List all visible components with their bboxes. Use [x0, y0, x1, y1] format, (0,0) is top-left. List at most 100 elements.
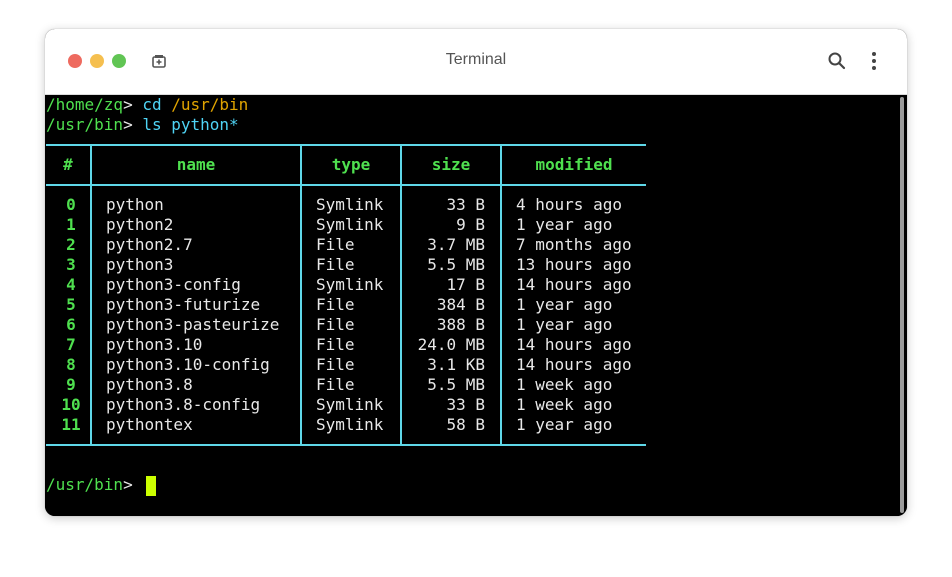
prompt-char: >	[123, 475, 133, 494]
row-index: 1	[66, 215, 76, 234]
file-type: File	[316, 295, 355, 314]
file-size: 3.7 MB	[427, 235, 485, 254]
file-modified: 1 year ago	[516, 415, 613, 434]
command-argument: /usr/bin	[171, 95, 249, 114]
file-size: 5.5 MB	[427, 255, 485, 274]
file-type: Symlink	[316, 215, 384, 234]
terminal-window: Terminal /home/zq> cd /usr/bin /usr/bin>…	[45, 29, 907, 516]
row-index: 11	[61, 415, 81, 434]
file-size: 9 B	[456, 215, 485, 234]
table-row: 10 python3.8-config Symlink 33 B 1 week ago	[45, 395, 665, 415]
file-modified: 1 year ago	[516, 215, 613, 234]
file-name: python3.10	[106, 335, 203, 354]
file-modified: 1 week ago	[516, 395, 613, 414]
terminal-content[interactable]: /home/zq> cd /usr/bin /usr/bin> ls pytho…	[45, 95, 907, 516]
prompt-path: /home/zq	[46, 95, 124, 114]
column-header-type: type	[331, 155, 371, 174]
row-index: 10	[61, 395, 81, 414]
table-row: 1 python2 Symlink 9 B 1 year ago	[45, 215, 665, 235]
file-modified: 4 hours ago	[516, 195, 622, 214]
file-name: python3-pasteurize	[106, 315, 280, 334]
file-modified: 1 year ago	[516, 315, 613, 334]
column-header-modified: modified	[535, 155, 613, 174]
window-title: Terminal	[445, 51, 507, 68]
table-row: 5 python3-futurize File 384 B 1 year ago	[45, 295, 665, 315]
file-size: 33 B	[446, 395, 485, 414]
table-row: 11 pythontex Symlink 58 B 1 year ago	[45, 415, 665, 435]
table-row: 9 python3.8 File 5.5 MB 1 week ago	[45, 375, 665, 395]
file-size: 24.0 MB	[417, 335, 485, 354]
file-modified: 13 hours ago	[516, 255, 632, 274]
file-name: python2.7	[106, 235, 193, 254]
file-type: File	[316, 315, 355, 334]
scrollbar[interactable]	[900, 97, 904, 513]
file-size: 17 B	[446, 275, 485, 294]
table-row: 0 python Symlink 33 B 4 hours ago	[45, 195, 665, 215]
command-line: /home/zq> cd /usr/bin	[46, 95, 248, 115]
file-type: Symlink	[316, 275, 384, 294]
table-border-top	[46, 144, 646, 146]
command: ls	[142, 115, 162, 134]
row-index: 8	[66, 355, 76, 374]
file-name: pythontex	[106, 415, 193, 434]
table-row: 8 python3.10-config File 3.1 KB 14 hours ago	[45, 355, 665, 375]
row-index: 5	[66, 295, 76, 314]
file-size: 388 B	[436, 315, 485, 334]
table-row: 4 python3-config Symlink 17 B 14 hours ago	[45, 275, 665, 295]
file-name: python3.8-config	[106, 395, 261, 414]
file-size: 33 B	[446, 195, 485, 214]
file-type: Symlink	[316, 195, 384, 214]
command: cd	[142, 95, 162, 114]
file-modified: 1 year ago	[516, 295, 613, 314]
row-index: 0	[66, 195, 76, 214]
table-border-bottom	[46, 444, 646, 446]
column-header-size: size	[431, 155, 471, 174]
file-size: 384 B	[436, 295, 485, 314]
file-size: 3.1 KB	[427, 355, 485, 374]
row-index: 7	[66, 335, 76, 354]
file-modified: 7 months ago	[516, 235, 632, 254]
file-type: Symlink	[316, 415, 384, 434]
column-header-index: #	[63, 155, 73, 174]
command-argument: python*	[171, 115, 239, 134]
table-row: 7 python3.10 File 24.0 MB 14 hours ago	[45, 335, 665, 355]
file-name: python3.8	[106, 375, 193, 394]
table-row: 2 python2.7 File 3.7 MB 7 months ago	[45, 235, 665, 255]
file-name: python	[106, 195, 164, 214]
command-line: /usr/bin> ls python*	[46, 115, 239, 135]
table-row: 6 python3-pasteurize File 388 B 1 year ago	[45, 315, 665, 335]
prompt-path: /usr/bin	[46, 475, 124, 494]
file-name: python3.10-config	[106, 355, 270, 374]
column-header-name: name	[176, 155, 216, 174]
row-index: 4	[66, 275, 76, 294]
file-name: python3	[106, 255, 174, 274]
search-icon[interactable]	[827, 51, 847, 71]
file-modified: 1 week ago	[516, 375, 613, 394]
table-header-divider	[46, 184, 646, 186]
prompt-path: /usr/bin	[46, 115, 124, 134]
file-modified: 14 hours ago	[516, 355, 632, 374]
file-type: File	[316, 235, 355, 254]
row-index: 9	[66, 375, 76, 394]
text-cursor	[146, 476, 156, 496]
file-type: Symlink	[316, 395, 384, 414]
file-type: File	[316, 255, 355, 274]
file-type: File	[316, 335, 355, 354]
file-type: File	[316, 355, 355, 374]
row-index: 3	[66, 255, 76, 274]
file-size: 5.5 MB	[427, 375, 485, 394]
file-name: python2	[106, 215, 174, 234]
row-index: 6	[66, 315, 76, 334]
kebab-menu-icon[interactable]	[869, 51, 879, 71]
prompt-char: >	[123, 95, 133, 114]
file-type: File	[316, 375, 355, 394]
current-prompt: /usr/bin>	[46, 475, 133, 495]
file-modified: 14 hours ago	[516, 275, 632, 294]
file-size: 58 B	[446, 415, 485, 434]
title-bar: Terminal	[45, 29, 907, 95]
row-index: 2	[66, 235, 76, 254]
file-name: python3-futurize	[106, 295, 261, 314]
prompt-char: >	[123, 115, 133, 134]
file-modified: 14 hours ago	[516, 335, 632, 354]
file-name: python3-config	[106, 275, 241, 294]
